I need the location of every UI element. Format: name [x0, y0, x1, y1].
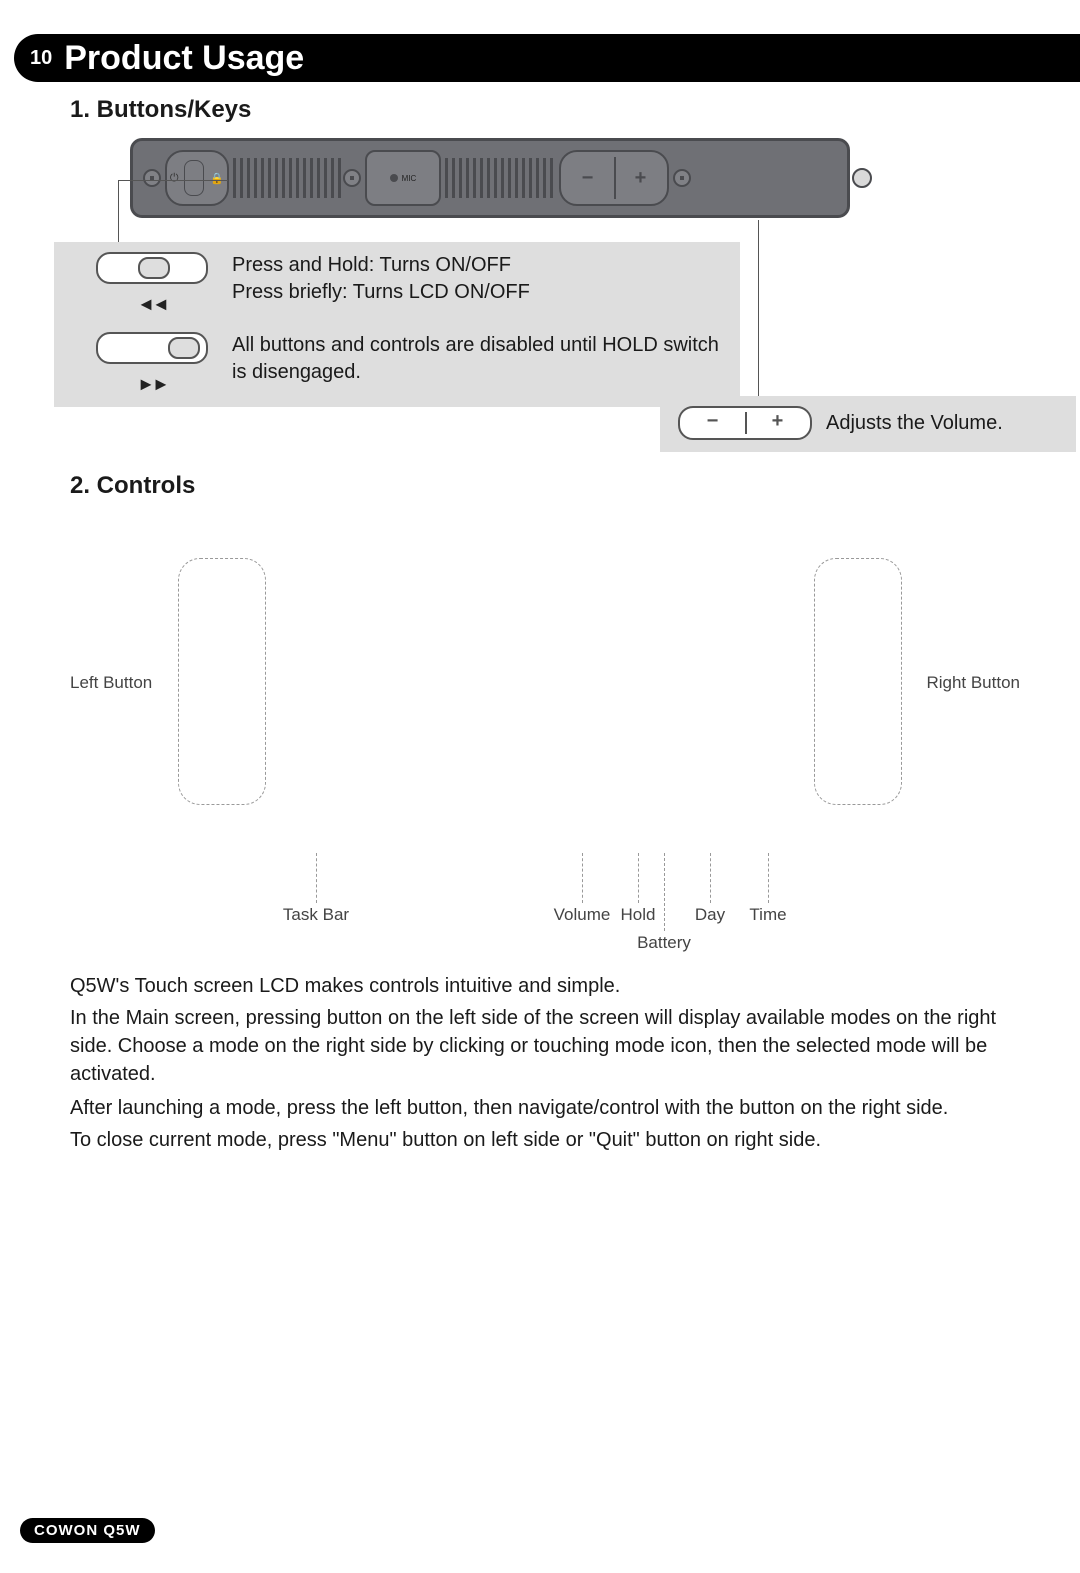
hold-label: Hold — [621, 905, 656, 925]
hold-text: All buttons and controls are disabled un… — [232, 332, 722, 395]
volume-plus-icon: + — [614, 167, 667, 190]
mic-panel: MIC — [365, 150, 441, 206]
mic-dot-icon — [390, 174, 398, 182]
speaker-grille-icon — [233, 158, 343, 198]
hold-callout: ►► All buttons and controls are disabled… — [54, 322, 740, 407]
volume-button-icon: − + — [678, 406, 812, 440]
taskbar-label: Task Bar — [283, 905, 349, 925]
battery-label: Battery — [637, 933, 691, 953]
page-number: 10 — [30, 47, 52, 70]
product-badge: COWON Q5W — [20, 1518, 155, 1543]
page-title: Product Usage — [64, 39, 304, 78]
volume-label: Volume — [554, 905, 611, 925]
right-button-outline — [814, 558, 902, 805]
section2-heading: 2. Controls — [70, 472, 195, 500]
volume-rocker-icon: − + — [559, 150, 669, 206]
plus-icon: + — [745, 408, 810, 438]
volume-minus-icon: − — [561, 167, 614, 190]
leader-line — [710, 853, 711, 903]
leader-line — [118, 180, 228, 181]
section1-heading: 1. Buttons/Keys — [70, 96, 251, 124]
speaker-grille-icon — [445, 158, 555, 198]
port-icon — [143, 169, 161, 187]
volume-callout: − + Adjusts the Volume. — [660, 396, 1076, 452]
port-icon — [343, 169, 361, 187]
power-hold-text: Press and Hold: Turns ON/OFF — [232, 252, 722, 279]
day-label: Day — [695, 905, 725, 925]
slider-icon — [96, 332, 208, 364]
rewind-icon: ◄◄ — [137, 294, 167, 315]
controls-diagram: Left Button Right Button Task Bar Volume… — [60, 553, 1020, 973]
right-button-label: Right Button — [926, 673, 1020, 693]
left-button-label: Left Button — [70, 673, 152, 693]
time-label: Time — [749, 905, 786, 925]
leader-line — [638, 853, 639, 903]
power-callout: ◄◄ Press and Hold: Turns ON/OFF Press br… — [54, 242, 740, 327]
leader-line — [316, 853, 317, 903]
body-p4: To close current mode, press "Menu" butt… — [70, 1126, 1010, 1154]
body-p1: Q5W's Touch screen LCD makes controls in… — [70, 972, 1010, 1000]
minus-icon: − — [680, 408, 745, 438]
slider-icon — [96, 252, 208, 284]
leader-line — [582, 853, 583, 903]
port-icon — [673, 169, 691, 187]
stylus-slot-icon — [852, 168, 872, 188]
leader-line — [768, 853, 769, 903]
leader-line — [664, 853, 665, 931]
power-brief-text: Press briefly: Turns LCD ON/OFF — [232, 279, 722, 306]
forward-icon: ►► — [137, 374, 167, 395]
body-p2: In the Main screen, pressing button on t… — [70, 1004, 1010, 1088]
body-p3: After launching a mode, press the left b… — [70, 1094, 1010, 1122]
title-bar: 10 Product Usage — [14, 34, 1080, 82]
mic-label: MIC — [402, 174, 417, 183]
power-switch-icon: ⏻ 🔒 — [165, 150, 229, 206]
volume-text: Adjusts the Volume. — [826, 412, 1003, 435]
device-top-view: ⏻ 🔒 MIC − + — [130, 138, 850, 218]
left-button-outline — [178, 558, 266, 805]
